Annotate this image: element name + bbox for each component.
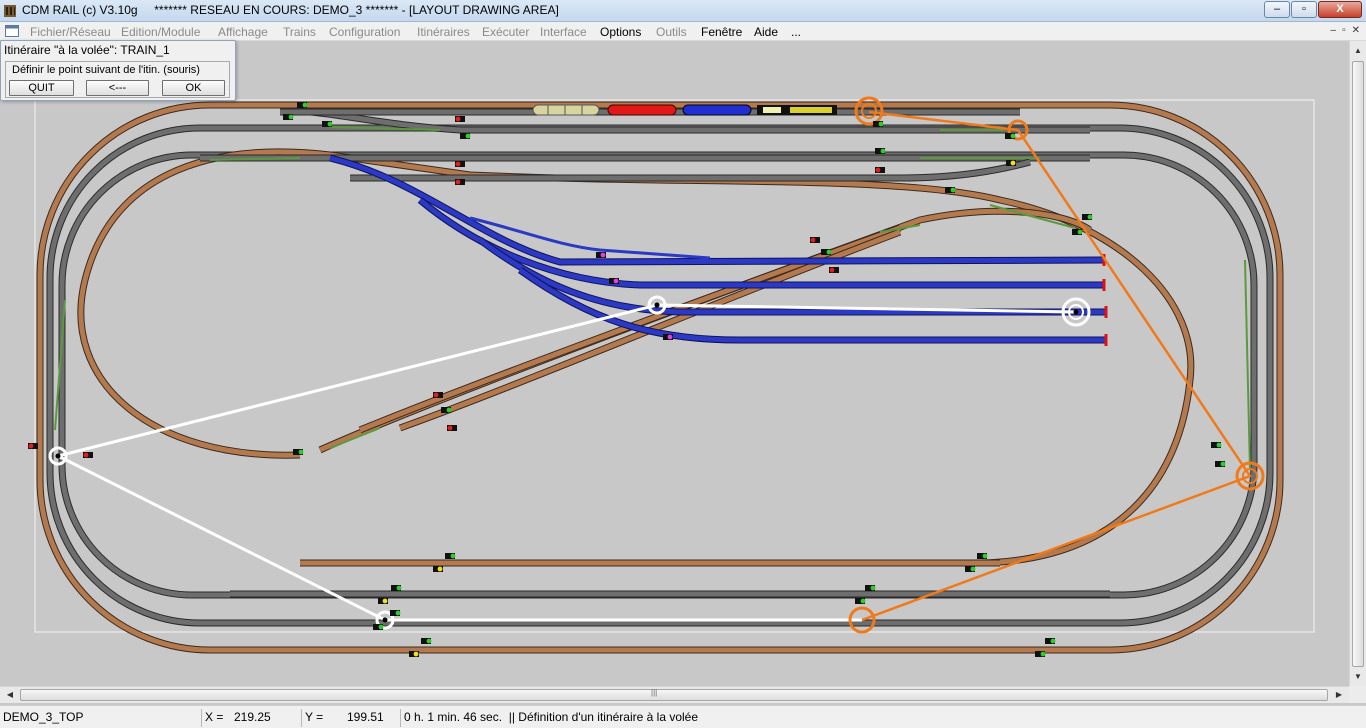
status-y-value: 199.51	[347, 710, 384, 724]
scroll-left-arrow-icon[interactable]: ◀	[2, 687, 18, 703]
menu-fenetre[interactable]: Fenêtre	[701, 25, 742, 39]
vertical-scrollbar[interactable]: ▲ ▼	[1349, 41, 1366, 686]
menu-outils[interactable]: Outils	[656, 25, 687, 39]
dialog-title: Itinéraire "à la volée": TRAIN_1	[4, 43, 170, 57]
blue-sidings	[329, 154, 1106, 344]
scroll-down-arrow-icon[interactable]: ▼	[1350, 669, 1366, 685]
status-y-label: Y =	[301, 709, 323, 727]
menu-affichage[interactable]: Affichage	[218, 25, 268, 39]
mdi-restore-button[interactable]: ▫	[1342, 25, 1346, 36]
signals	[28, 102, 1226, 657]
window-title: CDM RAIL (c) V3.10g ******* RESEAU EN CO…	[22, 3, 559, 17]
window-controls: – ▫ X	[1264, 1, 1362, 18]
trains	[532, 104, 837, 116]
menu-edition-module[interactable]: Edition/Module	[121, 25, 200, 39]
menu-options[interactable]: Options	[600, 25, 641, 39]
track-layout[interactable]	[0, 41, 1349, 686]
title-bar: CDM RAIL (c) V3.10g ******* RESEAU EN CO…	[0, 0, 1366, 22]
maximize-button[interactable]: ▫	[1291, 1, 1317, 18]
close-button[interactable]: X	[1318, 1, 1362, 18]
mdi-controls: – ▫ ✕	[1331, 25, 1361, 36]
back-button[interactable]: <---	[86, 80, 149, 96]
menu-trains[interactable]: Trains	[283, 25, 316, 39]
status-x-label: X =	[201, 709, 223, 727]
quit-button[interactable]: QUIT	[9, 80, 74, 96]
scroll-grip-icon: |||	[651, 688, 658, 697]
status-module: DEMO_3_TOP	[3, 710, 84, 724]
brown-outer-loop	[36, 101, 1284, 654]
mdi-close-button[interactable]: ✕	[1352, 25, 1360, 36]
status-bar: DEMO_3_TOP X = 219.25 Y = 199.51 0 h. 1 …	[0, 705, 1366, 728]
dialog-hint: Définir le point suivant de l'itin. (sou…	[12, 64, 200, 76]
buffer-stops	[1102, 254, 1108, 346]
menu-fichier-reseau[interactable]: Fichier/Réseau	[30, 25, 111, 39]
scroll-up-arrow-icon[interactable]: ▲	[1350, 43, 1366, 59]
cdm-rail-app-icon	[4, 5, 16, 17]
layout-drawing-area[interactable]	[0, 41, 1349, 686]
menu-bar: Fichier/Réseau Edition/Module Affichage …	[0, 22, 1366, 41]
ok-button[interactable]: OK	[162, 80, 225, 96]
route-dialog: Itinéraire "à la volée": TRAIN_1 Définir…	[0, 40, 236, 101]
mdi-document-icon[interactable]	[5, 25, 19, 37]
scroll-right-arrow-icon[interactable]: ▶	[1331, 687, 1347, 703]
menu-configuration[interactable]: Configuration	[329, 25, 400, 39]
dialog-group: Définir le point suivant de l'itin. (sou…	[5, 61, 230, 98]
menu-more[interactable]: ...	[791, 25, 801, 39]
grey-main-loops	[46, 124, 1274, 627]
menu-interface[interactable]: Interface	[540, 25, 587, 39]
grey-straights	[200, 107, 1110, 598]
menu-aide[interactable]: Aide	[754, 25, 778, 39]
vertical-scroll-thumb[interactable]	[1352, 61, 1364, 667]
status-message: 0 h. 1 min. 46 sec. || Définition d'un i…	[400, 709, 698, 727]
horizontal-scrollbar[interactable]: ◀ ||| ▶	[0, 686, 1349, 703]
mdi-minimize-button[interactable]: –	[1331, 25, 1337, 36]
horizontal-scroll-thumb[interactable]	[20, 689, 1328, 701]
status-x-value: 219.25	[234, 710, 271, 724]
diagonal-tracks	[318, 207, 1092, 454]
menu-itineraires[interactable]: Itinéraires	[417, 25, 470, 39]
scroll-corner	[1349, 686, 1366, 703]
minimize-button[interactable]: –	[1264, 1, 1290, 18]
menu-executer[interactable]: Exécuter	[482, 25, 529, 39]
